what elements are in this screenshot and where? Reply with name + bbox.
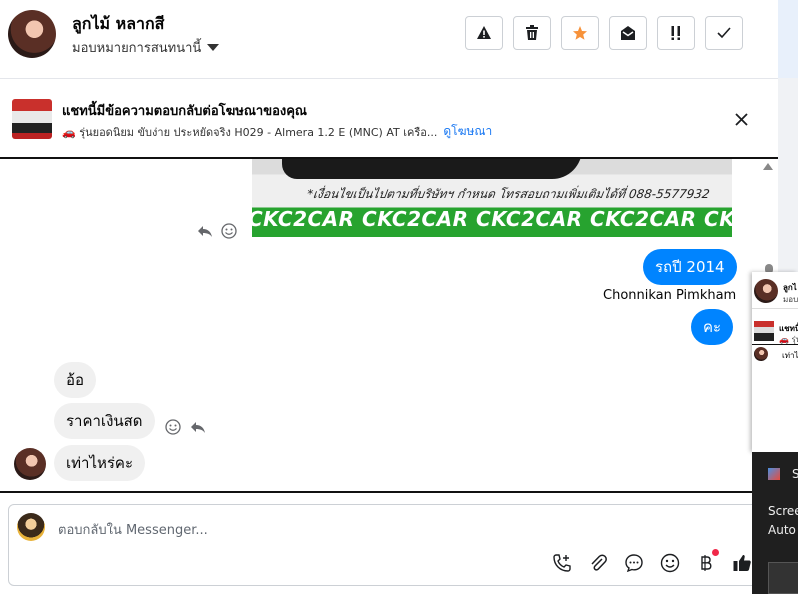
attach-button[interactable] [587, 552, 609, 574]
baht-payment-icon [701, 555, 712, 571]
incoming-message[interactable]: ราคาเงินสด [54, 403, 155, 439]
outgoing-message[interactable]: คะ [691, 309, 734, 345]
emoji-button[interactable] [659, 552, 681, 574]
mark-unread-button[interactable] [609, 16, 647, 50]
mini-divider [752, 308, 798, 309]
composer-divider [0, 491, 778, 493]
ad-thumbnail[interactable] [12, 99, 52, 139]
warning-icon [477, 26, 491, 39]
react-emoji-icon[interactable] [165, 419, 181, 435]
page-avatar [17, 513, 45, 541]
message-thread[interactable]: *เงื่อนไขเป็นไปตามที่บริษัทฯ กำหนด โทรสอ… [0, 159, 778, 491]
mark-spam-button[interactable] [465, 16, 503, 50]
envelope-open-icon [621, 26, 635, 40]
ad-reply-banner: แชทนี้มีข้อความตอบกลับต่อโฆษณาของคุณ 🚗 ร… [0, 79, 778, 159]
close-icon [734, 112, 748, 126]
star-icon [573, 26, 587, 40]
mini-avatar [754, 279, 778, 303]
mini-message: เท่าไ [782, 351, 798, 360]
ad-banner-description: 🚗 รุ่นยอดนิยม ขับง่าย ประหยัดจริง H029 -… [62, 125, 438, 139]
close-banner-button[interactable] [730, 108, 752, 130]
outgoing-message[interactable]: รถปี 2014 [643, 249, 737, 285]
system-toast[interactable]: S Scree Auto [752, 452, 798, 594]
trash-icon [526, 25, 538, 40]
mini-divider-dark [752, 344, 798, 345]
delete-button[interactable] [513, 16, 551, 50]
car-image [282, 159, 582, 179]
overlay-chat-panel[interactable]: ลูกไ มอบ แชทนี้ 🚗 รุ่น เท่าไ [752, 272, 798, 452]
incoming-message[interactable]: เท่าไหร่คะ [54, 445, 146, 481]
mini-ad-thumbnail [754, 321, 774, 341]
assign-label: มอบหมายการสนทนานี้ [72, 41, 202, 56]
toast-body-line1: Scree [768, 504, 798, 518]
toast-body-line2: Auto [768, 523, 796, 537]
mini-assign-label: มอบ [783, 295, 798, 304]
paperclip-icon [591, 554, 607, 571]
contact-avatar[interactable] [8, 10, 56, 58]
reply-input[interactable] [56, 518, 560, 542]
like-button[interactable] [731, 552, 753, 574]
contact-name[interactable]: ลูกไม้ หลากสี [72, 12, 164, 37]
mini-avatar-small [754, 347, 768, 361]
double-exclamation-icon [671, 26, 680, 40]
follow-up-button[interactable] [657, 16, 695, 50]
notification-dot [712, 549, 719, 556]
image-caption-text: *เงื่อนไขเป็นไปตามที่บริษัทฯ กำหนด โทรสอ… [306, 187, 711, 201]
quick-reply-icon [625, 554, 643, 573]
toast-app-icon [768, 468, 780, 480]
scroll-up-arrow[interactable] [763, 163, 773, 170]
reply-icon[interactable] [197, 224, 213, 238]
check-icon [717, 27, 731, 39]
toast-title: S [792, 467, 798, 481]
react-emoji-icon[interactable] [221, 223, 237, 239]
incoming-message[interactable]: อ้อ [54, 362, 97, 398]
star-button[interactable] [561, 16, 599, 50]
conversation-header: ลูกไม้ หลากสี มอบหมายการสนทนานี้ [0, 0, 778, 79]
thumbs-up-icon [733, 555, 751, 571]
emoji-icon [660, 553, 680, 573]
ad-banner-title: แชทนี้มีข้อความตอบกลับต่อโฆษณาของคุณ [62, 104, 307, 119]
sender-name: Chonnikan Pimkham [603, 288, 737, 303]
contact-avatar-small [14, 448, 46, 480]
image-message[interactable]: *เงื่อนไขเป็นไปตามที่บริษัทฯ กำหนด โทรสอ… [252, 159, 732, 237]
saved-replies-button[interactable] [623, 552, 645, 574]
ad-banner-description-row: 🚗 รุ่นยอดนิยม ขับง่าย ประหยัดจริง H029 -… [62, 122, 492, 141]
mark-done-button[interactable] [705, 16, 743, 50]
call-button[interactable] [551, 552, 573, 574]
assign-conversation-dropdown[interactable]: มอบหมายการสนทนานี้ [72, 37, 220, 58]
caret-down-icon [207, 44, 220, 51]
phone-add-icon [553, 554, 571, 572]
view-ad-link[interactable]: ดูโฆษณา [443, 122, 492, 141]
right-edge-highlight [778, 0, 798, 78]
reply-icon[interactable] [190, 420, 206, 434]
toast-action-button[interactable] [768, 562, 798, 594]
image-brand-band: CKC2CAR CKC2CAR CKC2CAR CKC2CAR CKC2 [252, 207, 732, 231]
